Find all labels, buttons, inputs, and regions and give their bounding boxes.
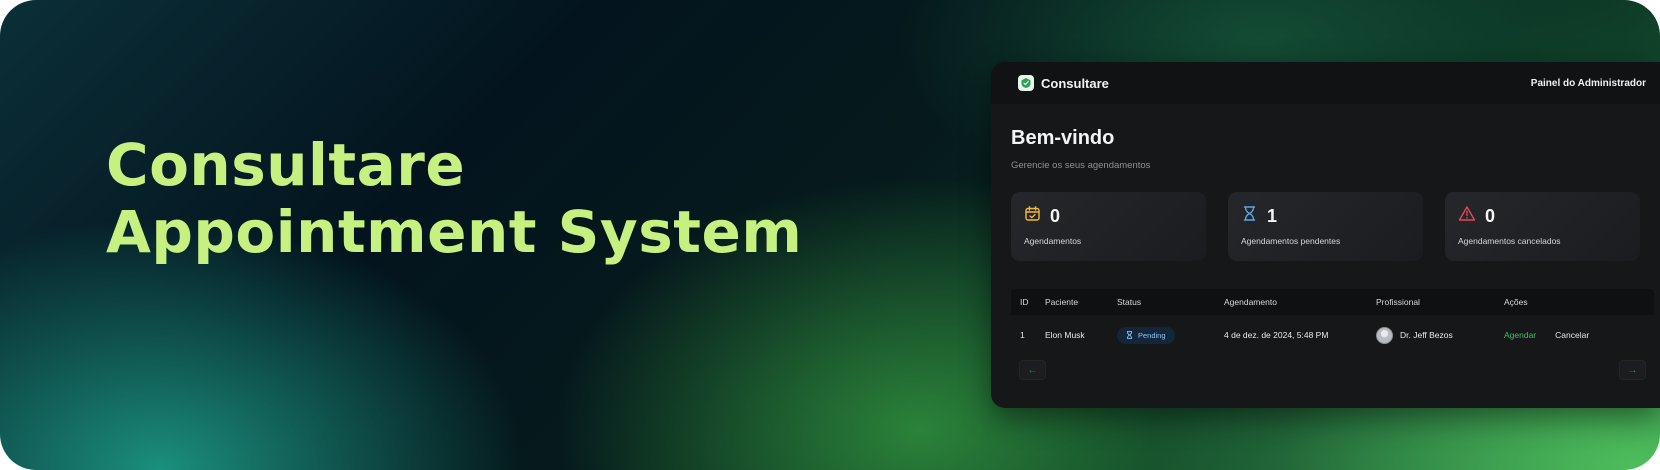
stat-cards: 0 Agendamentos 1 Agendamentos pendentes … bbox=[1011, 192, 1640, 261]
stat-card-cancelled: 0 Agendamentos cancelados bbox=[1445, 192, 1640, 261]
table-header: ID Paciente Status Agendamento Profissio… bbox=[1011, 289, 1654, 315]
brand-name: Consultare bbox=[1041, 75, 1109, 91]
avatar bbox=[1376, 326, 1393, 344]
table-row: 1 Elon Musk Pending 4 de dez. de 2024, 5… bbox=[1011, 315, 1654, 355]
pagination: ← → bbox=[1011, 360, 1654, 380]
stat-label: Agendamentos pendentes bbox=[1241, 236, 1341, 246]
hero-title-line-1: Consultare bbox=[106, 131, 466, 199]
main-content: Bem-vindo Gerencie os seus agendamentos bbox=[991, 127, 1660, 380]
next-page-button[interactable]: → bbox=[1619, 360, 1646, 380]
brand[interactable]: Consultare bbox=[1018, 75, 1109, 91]
top-navbar: Consultare Painel do Administrador bbox=[991, 62, 1660, 104]
column-header-appointment: Agendamento bbox=[1224, 297, 1277, 307]
page-subtitle: Gerencie os seus agendamentos bbox=[1011, 160, 1151, 171]
stat-card-pending: 1 Agendamentos pendentes bbox=[1228, 192, 1423, 261]
cancel-button[interactable]: Cancelar bbox=[1555, 330, 1589, 340]
cell-patient: Elon Musk bbox=[1045, 330, 1085, 340]
hero-banner: Consultare Appointment System Consultare… bbox=[0, 0, 1660, 470]
page-title: Bem-vindo bbox=[1011, 127, 1115, 149]
admin-panel-link[interactable]: Painel do Administrador bbox=[1531, 78, 1646, 89]
stat-value: 0 bbox=[1050, 205, 1061, 226]
stat-value: 0 bbox=[1485, 205, 1496, 226]
hourglass-icon bbox=[1241, 205, 1258, 227]
appointments-table: ID Paciente Status Agendamento Profissio… bbox=[1011, 289, 1654, 355]
cell-actions: Agendar Cancelar bbox=[1504, 330, 1654, 340]
column-header-actions: Ações bbox=[1504, 297, 1528, 307]
status-badge-label: Pending bbox=[1138, 330, 1166, 340]
warning-icon bbox=[1458, 205, 1476, 227]
cell-professional: Dr. Jeff Bezos bbox=[1376, 326, 1504, 344]
stat-card-appointments: 0 Agendamentos bbox=[1011, 192, 1206, 261]
logo-icon bbox=[1018, 75, 1034, 91]
stat-label: Agendamentos bbox=[1024, 236, 1082, 246]
hero-title-line-2: Appointment System bbox=[106, 198, 803, 266]
schedule-button[interactable]: Agendar bbox=[1504, 330, 1536, 340]
calendar-check-icon bbox=[1024, 205, 1041, 227]
status-badge: Pending bbox=[1117, 326, 1175, 344]
stat-value: 1 bbox=[1267, 205, 1278, 226]
cell-status: Pending bbox=[1117, 326, 1224, 344]
previous-page-button[interactable]: ← bbox=[1019, 360, 1046, 380]
column-header-professional: Profissional bbox=[1376, 297, 1420, 307]
professional-name: Dr. Jeff Bezos bbox=[1400, 330, 1453, 340]
app-window: Consultare Painel do Administrador Bem-v… bbox=[991, 62, 1660, 408]
cell-appointment-date: 4 de dez. de 2024, 5:48 PM bbox=[1224, 330, 1329, 340]
column-header-patient: Paciente bbox=[1045, 297, 1079, 307]
hourglass-icon bbox=[1127, 331, 1132, 339]
cell-id: 1 bbox=[1020, 330, 1025, 340]
column-header-id: ID bbox=[1020, 297, 1029, 307]
hero-title: Consultare Appointment System bbox=[106, 132, 802, 266]
stat-label: Agendamentos cancelados bbox=[1458, 236, 1561, 246]
column-header-status: Status bbox=[1117, 297, 1142, 307]
